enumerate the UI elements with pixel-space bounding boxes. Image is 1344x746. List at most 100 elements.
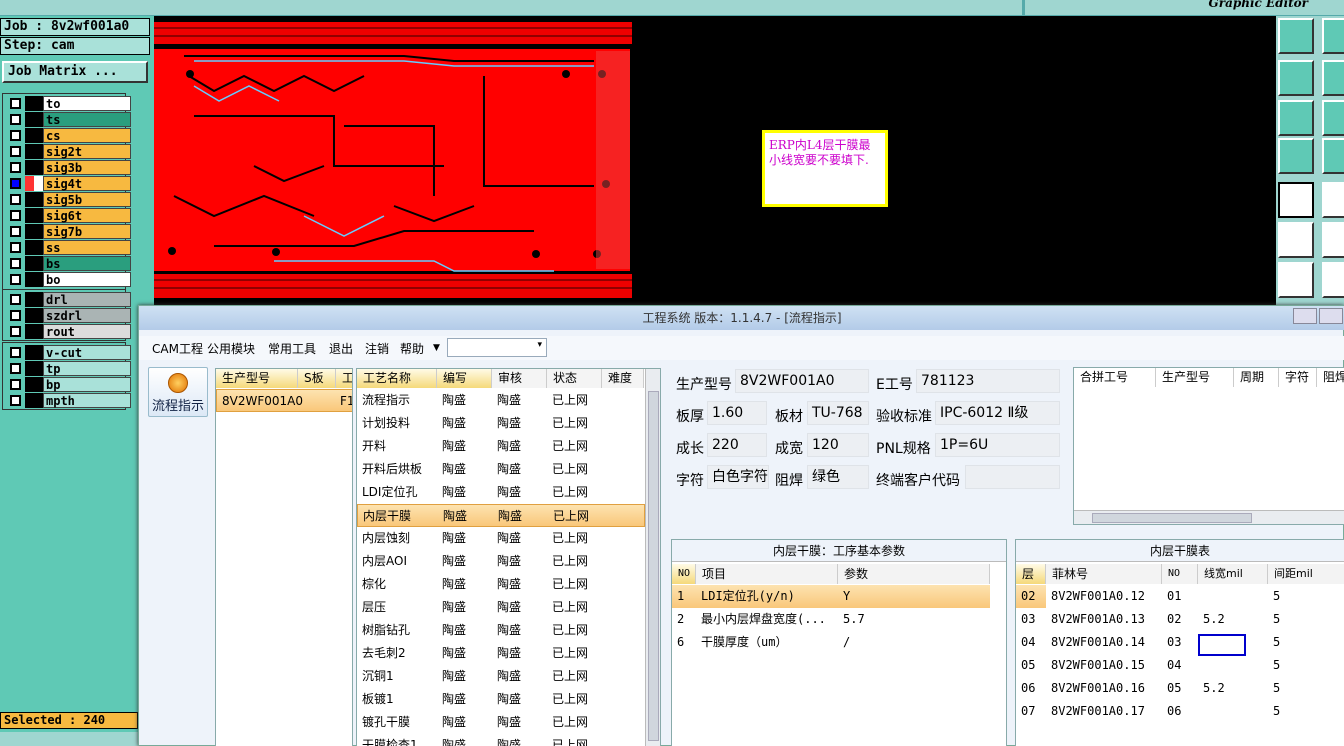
process-row[interactable]: 流程指示 陶盛 陶盛 已上网 — [357, 389, 645, 412]
layer-affected-cell[interactable] — [25, 240, 43, 255]
layer-checkbox[interactable] — [10, 226, 21, 237]
tool-arc-icon[interactable] — [1322, 262, 1344, 298]
work-layer-arrow-icon[interactable] — [25, 176, 43, 191]
layer-row-cs[interactable]: cs — [9, 128, 131, 143]
process-row[interactable]: 层压 陶盛 陶盛 已上网 — [357, 596, 645, 619]
process-row[interactable]: 棕化 陶盛 陶盛 已上网 — [357, 573, 645, 596]
menu-public[interactable]: 公用模块 — [207, 340, 255, 357]
layer-checkbox[interactable] — [10, 242, 21, 253]
film-row[interactable]: 02 8V2WF001A0.12 01 5 — [1016, 585, 1344, 608]
layer-checkbox[interactable] — [10, 146, 21, 157]
layer-affected-cell[interactable] — [25, 377, 43, 392]
help-dropdown-icon[interactable]: ▼ — [433, 343, 440, 353]
params-row[interactable]: 2 最小内层焊盘宽度(... 5.7 — [672, 608, 990, 631]
tool-move-icon[interactable] — [1278, 60, 1314, 96]
tool-delete-icon[interactable] — [1322, 222, 1344, 258]
restore-button[interactable] — [1319, 308, 1343, 324]
film-row[interactable]: 04 8V2WF001A0.14 03 5 — [1016, 631, 1344, 654]
process-row[interactable]: 树脂钻孔 陶盛 陶盛 已上网 — [357, 619, 645, 642]
layer-affected-cell[interactable] — [25, 112, 43, 127]
layer-checkbox[interactable] — [10, 130, 21, 141]
layer-row-to[interactable]: to — [9, 96, 131, 111]
graphic-canvas[interactable] — [154, 16, 1276, 306]
layer-affected-cell[interactable] — [25, 256, 43, 271]
process-row[interactable]: LDI定位孔 陶盛 陶盛 已上网 — [357, 481, 645, 504]
layer-checkbox[interactable] — [10, 210, 21, 221]
process-row[interactable]: 内层蚀刻 陶盛 陶盛 已上网 — [357, 527, 645, 550]
tool-feature-icon[interactable] — [1278, 138, 1314, 174]
layer-row-rout[interactable]: rout — [9, 324, 131, 339]
layer-checkbox[interactable] — [10, 178, 21, 189]
layer-affected-cell[interactable] — [25, 208, 43, 223]
layer-affected-cell[interactable] — [25, 272, 43, 287]
tool-pad-icon[interactable] — [1278, 182, 1314, 218]
tool-line-icon[interactable] — [1278, 262, 1314, 298]
process-row[interactable]: 去毛刺2 陶盛 陶盛 已上网 — [357, 642, 645, 665]
layer-checkbox[interactable] — [10, 347, 21, 358]
layer-row-sig5b[interactable]: sig5b — [9, 192, 131, 207]
model-row[interactable]: 8V2WF001A0 F1 — [216, 389, 352, 412]
film-row[interactable]: 07 8V2WF001A0.17 06 5 — [1016, 700, 1344, 723]
layer-checkbox[interactable] — [10, 395, 21, 406]
process-row[interactable]: 开料后烘板 陶盛 陶盛 已上网 — [357, 458, 645, 481]
layer-row-sig3b[interactable]: sig3b — [9, 160, 131, 175]
layer-row-v-cut[interactable]: v-cut — [9, 345, 131, 360]
layer-affected-cell[interactable] — [25, 345, 43, 360]
layer-row-bo[interactable]: bo — [9, 272, 131, 287]
job-matrix-button[interactable]: Job Matrix ... — [2, 61, 148, 83]
layer-checkbox[interactable] — [10, 310, 21, 321]
process-row[interactable]: 干膜检查1 陶盛 陶盛 已上网 — [357, 734, 645, 746]
process-row[interactable]: 镀孔干膜 陶盛 陶盛 已上网 — [357, 711, 645, 734]
layer-row-mpth[interactable]: mpth — [9, 393, 131, 408]
tool-paste-icon[interactable] — [1322, 18, 1344, 54]
layer-affected-cell[interactable] — [25, 361, 43, 376]
layer-row-ss[interactable]: ss — [9, 240, 131, 255]
layer-affected-cell[interactable] — [25, 393, 43, 408]
layer-affected-cell[interactable] — [25, 292, 43, 307]
film-edit-cell[interactable] — [1198, 634, 1246, 656]
layer-checkbox[interactable] — [10, 379, 21, 390]
layer-affected-cell[interactable] — [25, 192, 43, 207]
layer-affected-cell[interactable] — [25, 224, 43, 239]
tool-transform-icon[interactable] — [1322, 60, 1344, 96]
menu-help[interactable]: 帮助 — [400, 340, 424, 357]
film-row[interactable]: 03 8V2WF001A0.13 02 5.2 5 — [1016, 608, 1344, 631]
menu-combo[interactable]: ▾ — [447, 338, 547, 357]
film-row[interactable]: 06 8V2WF001A0.16 05 5.2 5 — [1016, 677, 1344, 700]
menu-exit[interactable]: 退出 — [329, 340, 353, 357]
layer-row-tp[interactable]: tp — [9, 361, 131, 376]
layer-affected-cell[interactable] — [25, 160, 43, 175]
layer-checkbox[interactable] — [10, 114, 21, 125]
params-row[interactable]: 6 干膜厚度（um） / — [672, 631, 990, 654]
layer-checkbox[interactable] — [10, 162, 21, 173]
layer-row-bp[interactable]: bp — [9, 377, 131, 392]
params-row[interactable]: 1 LDI定位孔(y/n) Y — [672, 585, 990, 608]
nav-flow-button[interactable]: 流程指示 — [148, 367, 208, 417]
layer-row-bs[interactable]: bs — [9, 256, 131, 271]
layer-row-sig6t[interactable]: sig6t — [9, 208, 131, 223]
process-row[interactable]: 内层干膜 陶盛 陶盛 已上网 — [357, 504, 645, 527]
process-row[interactable]: 沉铜1 陶盛 陶盛 已上网 — [357, 665, 645, 688]
process-row[interactable]: 内层AOI 陶盛 陶盛 已上网 — [357, 550, 645, 573]
layer-checkbox[interactable] — [10, 258, 21, 269]
menu-cam[interactable]: CAM工程 — [152, 340, 203, 357]
layer-checkbox[interactable] — [10, 98, 21, 109]
tool-grid-icon[interactable] — [1322, 138, 1344, 174]
tool-copy-icon[interactable] — [1278, 18, 1314, 54]
layer-affected-cell[interactable] — [25, 308, 43, 323]
process-row[interactable]: 板镀1 陶盛 陶盛 已上网 — [357, 688, 645, 711]
layer-checkbox[interactable] — [10, 274, 21, 285]
layer-row-sig4t[interactable]: sig4t — [9, 176, 131, 191]
process-row[interactable]: 计划投料 陶盛 陶盛 已上网 — [357, 412, 645, 435]
layer-checkbox[interactable] — [10, 326, 21, 337]
tool-resize-icon[interactable] — [1278, 100, 1314, 136]
layer-checkbox[interactable] — [10, 363, 21, 374]
film-row[interactable]: 05 8V2WF001A0.15 04 5 — [1016, 654, 1344, 677]
minimize-button[interactable] — [1293, 308, 1317, 324]
process-row[interactable]: 开料 陶盛 陶盛 已上网 — [357, 435, 645, 458]
layer-row-ts[interactable]: ts — [9, 112, 131, 127]
layer-checkbox[interactable] — [10, 194, 21, 205]
tool-scale-icon[interactable] — [1322, 100, 1344, 136]
layer-affected-cell[interactable] — [25, 324, 43, 339]
layer-row-szdrl[interactable]: szdrl — [9, 308, 131, 323]
